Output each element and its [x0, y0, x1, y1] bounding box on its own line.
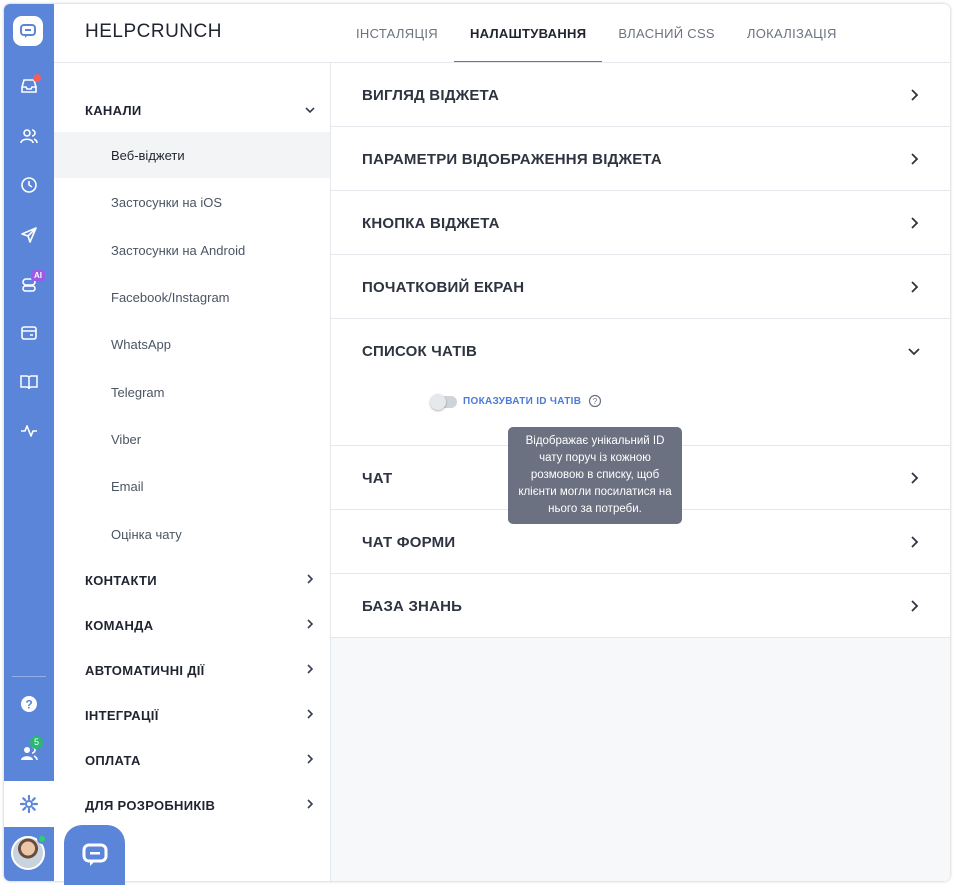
chat-launcher-button[interactable]	[64, 825, 125, 885]
nav-section-channels[interactable]: КАНАЛИ	[85, 103, 142, 118]
accordion-title: ПОЧАТКОВИЙ ЕКРАН	[362, 279, 525, 296]
tab-settings[interactable]: НАЛАШТУВАННЯ	[453, 4, 603, 63]
accordion-title: ПАРАМЕТРИ ВІДОБРАЖЕННЯ ВІДЖЕТА	[362, 151, 662, 168]
chevron-right-icon	[911, 472, 919, 484]
nav-item-whatsapp[interactable]: WhatsApp	[54, 321, 330, 367]
chevron-right-icon	[911, 217, 919, 229]
accordion-title: ЧАТ ФОРМИ	[362, 534, 456, 551]
online-status-dot	[37, 834, 47, 844]
tab-custom-css[interactable]: ВЛАСНИЙ CSS	[602, 4, 731, 62]
nav-section-billing[interactable]: ОПЛАТА	[85, 753, 141, 768]
top-tabs: ІНСТАЛЯЦІЯ НАЛАШТУВАННЯ ВЛАСНИЙ CSS ЛОКА…	[340, 4, 853, 63]
nav-item-facebook-instagram[interactable]: Facebook/Instagram	[54, 274, 330, 320]
nav-section-automation[interactable]: АВТОМАТИЧНІ ДІЇ	[85, 663, 205, 678]
nav-section-developers[interactable]: ДЛЯ РОЗРОБНИКІВ	[85, 798, 215, 813]
help-icon[interactable]: ?	[4, 684, 54, 724]
accordion-title: ВИГЛЯД ВІДЖЕТА	[362, 87, 500, 104]
ai-bot-icon[interactable]: AI	[4, 264, 54, 304]
nav-item-viber[interactable]: Viber	[54, 416, 330, 462]
svg-text:?: ?	[593, 397, 598, 406]
book-icon[interactable]	[4, 362, 54, 402]
unread-dot	[33, 74, 41, 82]
nav-item-android[interactable]: Застосунки на Android	[54, 227, 330, 273]
nav-section-integrations[interactable]: ІНТЕГРАЦІЇ	[85, 708, 159, 723]
nav-item-web-widgets[interactable]: Веб-віджети	[54, 132, 330, 178]
chevron-down-icon[interactable]	[304, 104, 316, 116]
brand-title: HELPCRUNCH	[85, 21, 222, 42]
widget-icon[interactable]	[4, 313, 54, 353]
chevron-right-icon	[911, 89, 919, 101]
nav-item-email[interactable]: Email	[54, 463, 330, 509]
accordion-knowledge-base[interactable]: БАЗА ЗНАНЬ	[331, 574, 950, 638]
chevron-right-icon	[911, 153, 919, 165]
chevron-right-icon[interactable]	[304, 753, 316, 765]
accordion-title: КНОПКА ВІДЖЕТА	[362, 215, 500, 232]
nav-item-telegram[interactable]: Telegram	[54, 369, 330, 415]
chevron-right-icon[interactable]	[304, 618, 316, 630]
question-circle-icon[interactable]: ?	[588, 394, 602, 408]
settings-nav: КАНАЛИ Веб-віджети Застосунки на iOS Зас…	[54, 63, 331, 881]
accordion-home-screen[interactable]: ПОЧАТКОВИЙ ЕКРАН	[331, 255, 950, 319]
accordion-widget-button[interactable]: КНОПКА ВІДЖЕТА	[331, 191, 950, 255]
chevron-right-icon[interactable]	[304, 708, 316, 720]
contacts-icon[interactable]	[4, 116, 54, 156]
chat-logo-icon[interactable]	[13, 16, 43, 46]
team-count-badge: 5	[30, 736, 43, 749]
nav-section-contacts[interactable]: КОНТАКТИ	[85, 573, 157, 588]
history-icon[interactable]	[4, 165, 54, 205]
tab-localization[interactable]: ЛОКАЛІЗАЦІЯ	[731, 4, 853, 62]
nav-item-ios[interactable]: Застосунки на iOS	[54, 179, 330, 225]
chevron-right-icon	[911, 536, 919, 548]
toggle-knob	[430, 394, 446, 410]
chevron-down-icon[interactable]	[908, 345, 920, 357]
left-rail: AI ? 5	[4, 4, 54, 881]
team-icon[interactable]: 5	[4, 733, 54, 773]
chevron-right-icon[interactable]	[304, 573, 316, 585]
nav-item-chat-rating[interactable]: Оцінка чату	[54, 511, 330, 557]
accordion-display-params[interactable]: ПАРАМЕТРИ ВІДОБРАЖЕННЯ ВІДЖЕТА	[331, 127, 950, 191]
app-window: AI ? 5 HELPCRUNCH ІНСТАЛЯЦІЯ НАЛАШТУВАНН…	[4, 4, 950, 881]
chat-bubble-icon	[82, 843, 107, 866]
chevron-right-icon[interactable]	[304, 663, 316, 675]
ai-badge: AI	[31, 270, 45, 281]
inbox-icon[interactable]	[4, 66, 54, 106]
svg-text:?: ?	[25, 698, 32, 712]
accordion-title: БАЗА ЗНАНЬ	[362, 598, 463, 615]
tab-installation[interactable]: ІНСТАЛЯЦІЯ	[340, 4, 454, 62]
show-chat-id-label[interactable]: ПОКАЗУВАТИ ID ЧАТІВ	[463, 396, 581, 407]
rail-divider	[12, 676, 46, 677]
chevron-right-icon	[911, 281, 919, 293]
chat-id-tooltip: Відображає унікальний ID чату поруч із к…	[508, 427, 682, 524]
show-chat-id-toggle[interactable]	[430, 394, 457, 410]
nav-section-team[interactable]: КОМАНДА	[85, 618, 153, 633]
activity-icon[interactable]	[4, 411, 54, 451]
chevron-right-icon	[911, 600, 919, 612]
accordion-widget-appearance[interactable]: ВИГЛЯД ВІДЖЕТА	[331, 63, 950, 127]
accordion-title: ЧАТ	[362, 470, 393, 487]
send-icon[interactable]	[4, 215, 54, 255]
accordion-title[interactable]: СПИСОК ЧАТІВ	[362, 343, 477, 360]
chevron-right-icon[interactable]	[304, 798, 316, 810]
settings-icon[interactable]	[4, 781, 54, 827]
